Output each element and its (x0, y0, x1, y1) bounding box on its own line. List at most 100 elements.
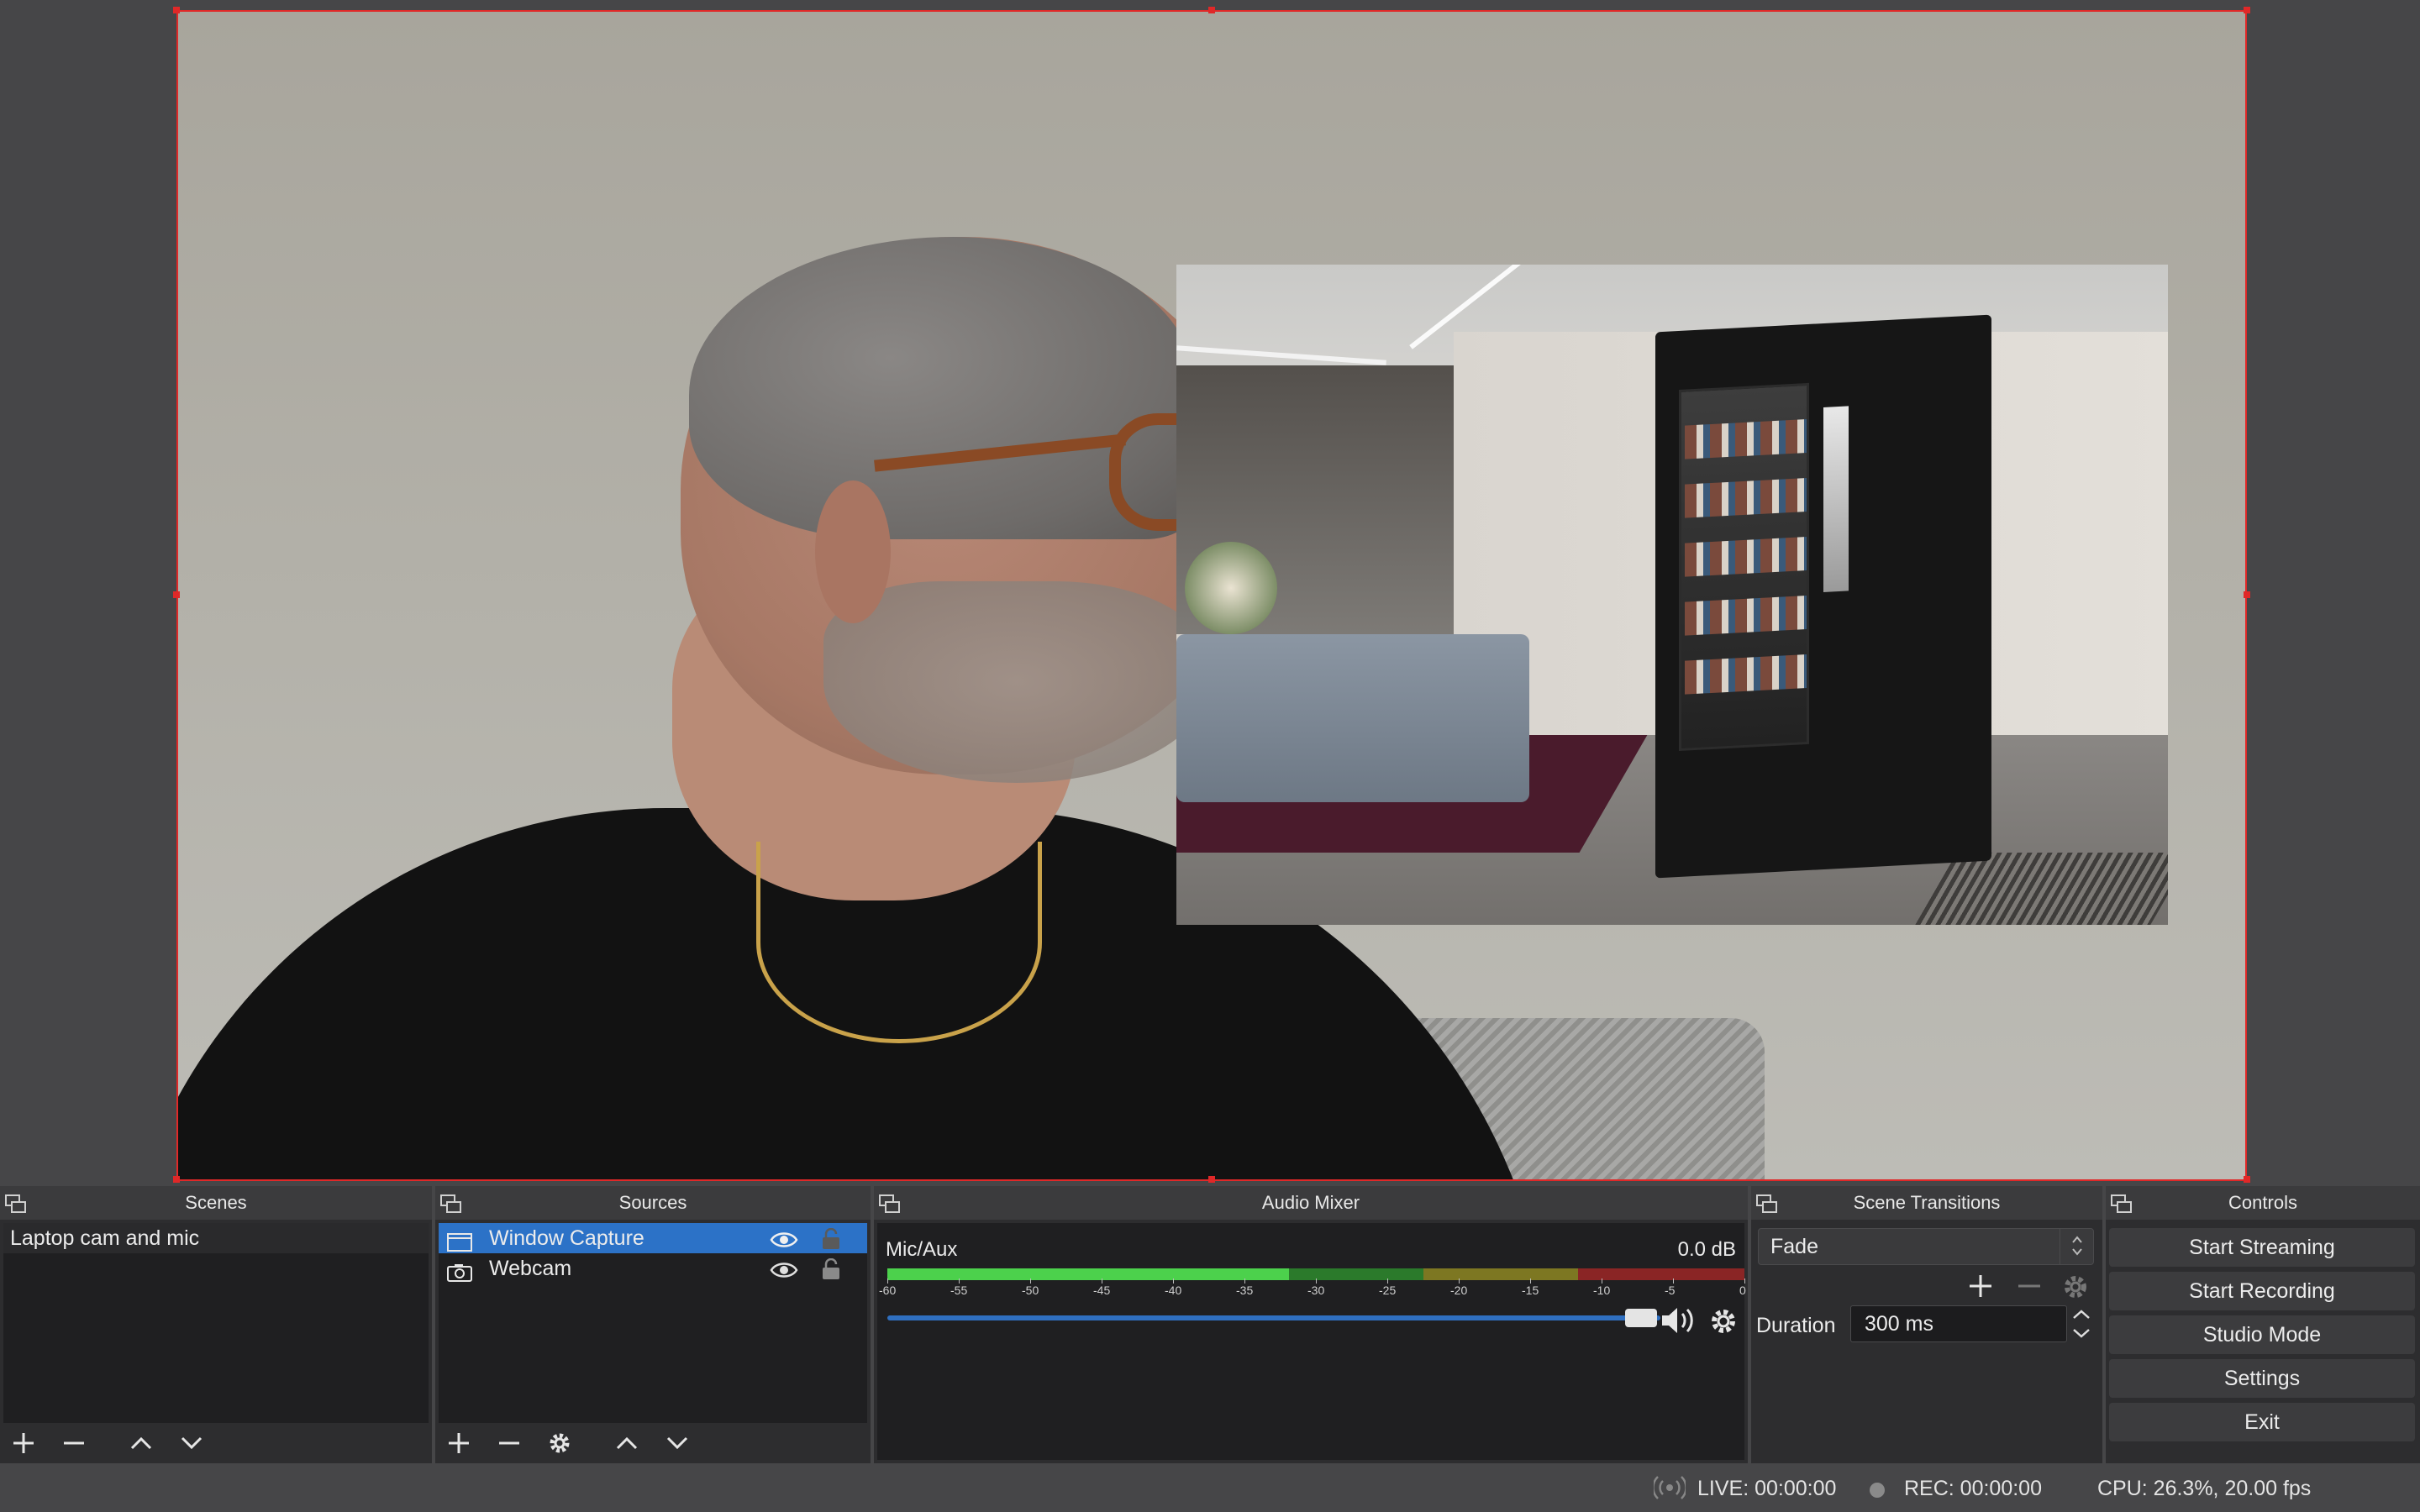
plus-icon (449, 1433, 469, 1453)
minus-icon (64, 1441, 84, 1445)
vending-control-panel (1823, 406, 1849, 592)
resize-handle[interactable] (2244, 1176, 2250, 1183)
meter-scale: -60 -55 -50 -45 -40 -35 -30 -25 -20 -15 -10 -5 0 (879, 1278, 1751, 1299)
gear-icon (550, 1433, 570, 1453)
resize-handle[interactable] (173, 591, 180, 598)
capture-sofa (1176, 634, 1529, 802)
vending-shelf (1685, 596, 1807, 636)
visibility-eye-icon[interactable] (770, 1258, 798, 1289)
resize-handle[interactable] (2244, 7, 2250, 13)
dock-titlebar[interactable]: Audio Mixer (874, 1186, 1748, 1220)
meter-tick-label: -50 (1022, 1284, 1039, 1297)
minus-icon (2018, 1284, 2040, 1288)
dock-titlebar[interactable]: Controls (2106, 1186, 2420, 1220)
move-source-down-button[interactable] (659, 1426, 696, 1460)
source-item-webcam[interactable]: Webcam (439, 1253, 867, 1284)
chevron-updown-icon (2060, 1229, 2093, 1264)
meter-tick-label: -5 (1665, 1284, 1676, 1297)
volume-slider-handle[interactable] (1625, 1309, 1657, 1327)
duration-label: Duration (1756, 1314, 1836, 1337)
add-scene-button[interactable] (5, 1426, 42, 1460)
remove-source-button[interactable] (491, 1426, 528, 1460)
scenes-toolbar (0, 1423, 432, 1463)
meter-tick-label: -45 (1093, 1284, 1111, 1297)
capture-vending-machine (1655, 314, 1991, 879)
rec-timer: REC: 00:00:00 (1904, 1477, 2042, 1500)
scenes-list[interactable]: Laptop cam and mic (3, 1223, 429, 1423)
plus-icon (1970, 1275, 1991, 1297)
preview-area[interactable] (0, 0, 2420, 1186)
vending-shelf (1685, 537, 1807, 577)
meter-tick-label: -60 (879, 1284, 897, 1297)
transition-properties-button[interactable] (2062, 1273, 2089, 1305)
resize-handle[interactable] (173, 7, 180, 13)
remove-scene-button[interactable] (55, 1426, 92, 1460)
exit-button[interactable]: Exit (2109, 1403, 2415, 1441)
move-source-up-button[interactable] (608, 1426, 645, 1460)
duration-increment-button[interactable] (2069, 1305, 2094, 1324)
record-indicator-icon (1869, 1480, 1886, 1504)
channel-name: Mic/Aux (886, 1238, 958, 1261)
volume-slider[interactable] (887, 1315, 1660, 1320)
webcam-person-ear (815, 480, 891, 623)
resize-handle[interactable] (1208, 7, 1215, 13)
resize-handle[interactable] (2244, 591, 2250, 598)
live-timer: LIVE: 00:00:00 (1697, 1477, 1837, 1500)
move-scene-down-button[interactable] (173, 1426, 210, 1460)
add-source-button[interactable] (440, 1426, 477, 1460)
meter-tick-label: -55 (950, 1284, 968, 1297)
scenes-dock: Scenes Laptop cam and mic (0, 1186, 432, 1463)
camera-icon (447, 1260, 472, 1282)
source-label: Window Capture (489, 1226, 644, 1250)
scene-item-label: Laptop cam and mic (10, 1226, 200, 1250)
remove-transition-button[interactable] (2017, 1273, 2042, 1303)
gear-icon (2065, 1276, 2086, 1298)
chevron-down-icon (181, 1436, 203, 1450)
source-item-window-capture[interactable]: Window Capture (439, 1223, 867, 1253)
chevron-up-icon (616, 1436, 638, 1450)
chevron-down-icon (2073, 1329, 2090, 1338)
window-capture-source[interactable] (1176, 265, 2168, 925)
lock-icon[interactable] (820, 1257, 842, 1289)
gear-icon[interactable] (1709, 1307, 1738, 1340)
dock-title: Sources (618, 1192, 687, 1213)
broadcast-icon (1652, 1475, 1687, 1506)
dock-title: Scenes (185, 1192, 247, 1213)
move-scene-up-button[interactable] (123, 1426, 160, 1460)
audio-mixer-dock: Audio Mixer Mic/Aux 0.0 dB -60 -55 -50 -45-… (874, 1186, 1748, 1463)
meter-tick-label: -15 (1522, 1284, 1539, 1297)
dock-titlebar[interactable]: Scene Transitions (1751, 1186, 2102, 1220)
meter-tick-label: 0 (1739, 1284, 1746, 1297)
scene-transitions-dock: Scene Transitions Fade Duration 300 ms (1751, 1186, 2102, 1463)
source-properties-button[interactable] (541, 1426, 578, 1460)
vending-shelf (1685, 654, 1807, 695)
meter-tick-label: -10 (1593, 1284, 1611, 1297)
duration-input[interactable]: 300 ms (1850, 1305, 2067, 1342)
start-streaming-button[interactable]: Start Streaming (2109, 1228, 2415, 1267)
cpu-fps-readout: CPU: 26.3%, 20.00 fps (2097, 1477, 2312, 1500)
program-canvas[interactable] (176, 10, 2247, 1181)
sources-list[interactable]: Window Capture Webcam (439, 1223, 867, 1423)
dock-titlebar[interactable]: Sources (435, 1186, 871, 1220)
transition-select[interactable]: Fade (1758, 1228, 2094, 1265)
speaker-icon[interactable] (1659, 1304, 1702, 1341)
meter-tick-label: -25 (1379, 1284, 1397, 1297)
resize-handle[interactable] (1208, 1176, 1215, 1183)
dock-titlebar[interactable]: Scenes (0, 1186, 432, 1220)
scene-item[interactable]: Laptop cam and mic (3, 1223, 429, 1253)
dock-title: Scene Transitions (1853, 1192, 2001, 1213)
duration-decrement-button[interactable] (2069, 1324, 2094, 1342)
settings-button[interactable]: Settings (2109, 1359, 2415, 1398)
studio-mode-button[interactable]: Studio Mode (2109, 1315, 2415, 1354)
necklace (756, 842, 1042, 1043)
start-recording-button[interactable]: Start Recording (2109, 1272, 2415, 1310)
resize-handle[interactable] (173, 1176, 180, 1183)
source-label: Webcam (489, 1257, 572, 1280)
transition-select-value: Fade (1770, 1235, 1818, 1258)
meter-tick-label: -35 (1236, 1284, 1254, 1297)
add-transition-button[interactable] (1968, 1273, 1993, 1303)
status-bar: LIVE: 00:00:00 REC: 00:00:00 CPU: 26.3%,… (0, 1463, 2420, 1512)
chevron-up-icon (130, 1436, 152, 1450)
dock-title: Controls (2228, 1192, 2297, 1213)
meter-tick-label: -40 (1165, 1284, 1182, 1297)
